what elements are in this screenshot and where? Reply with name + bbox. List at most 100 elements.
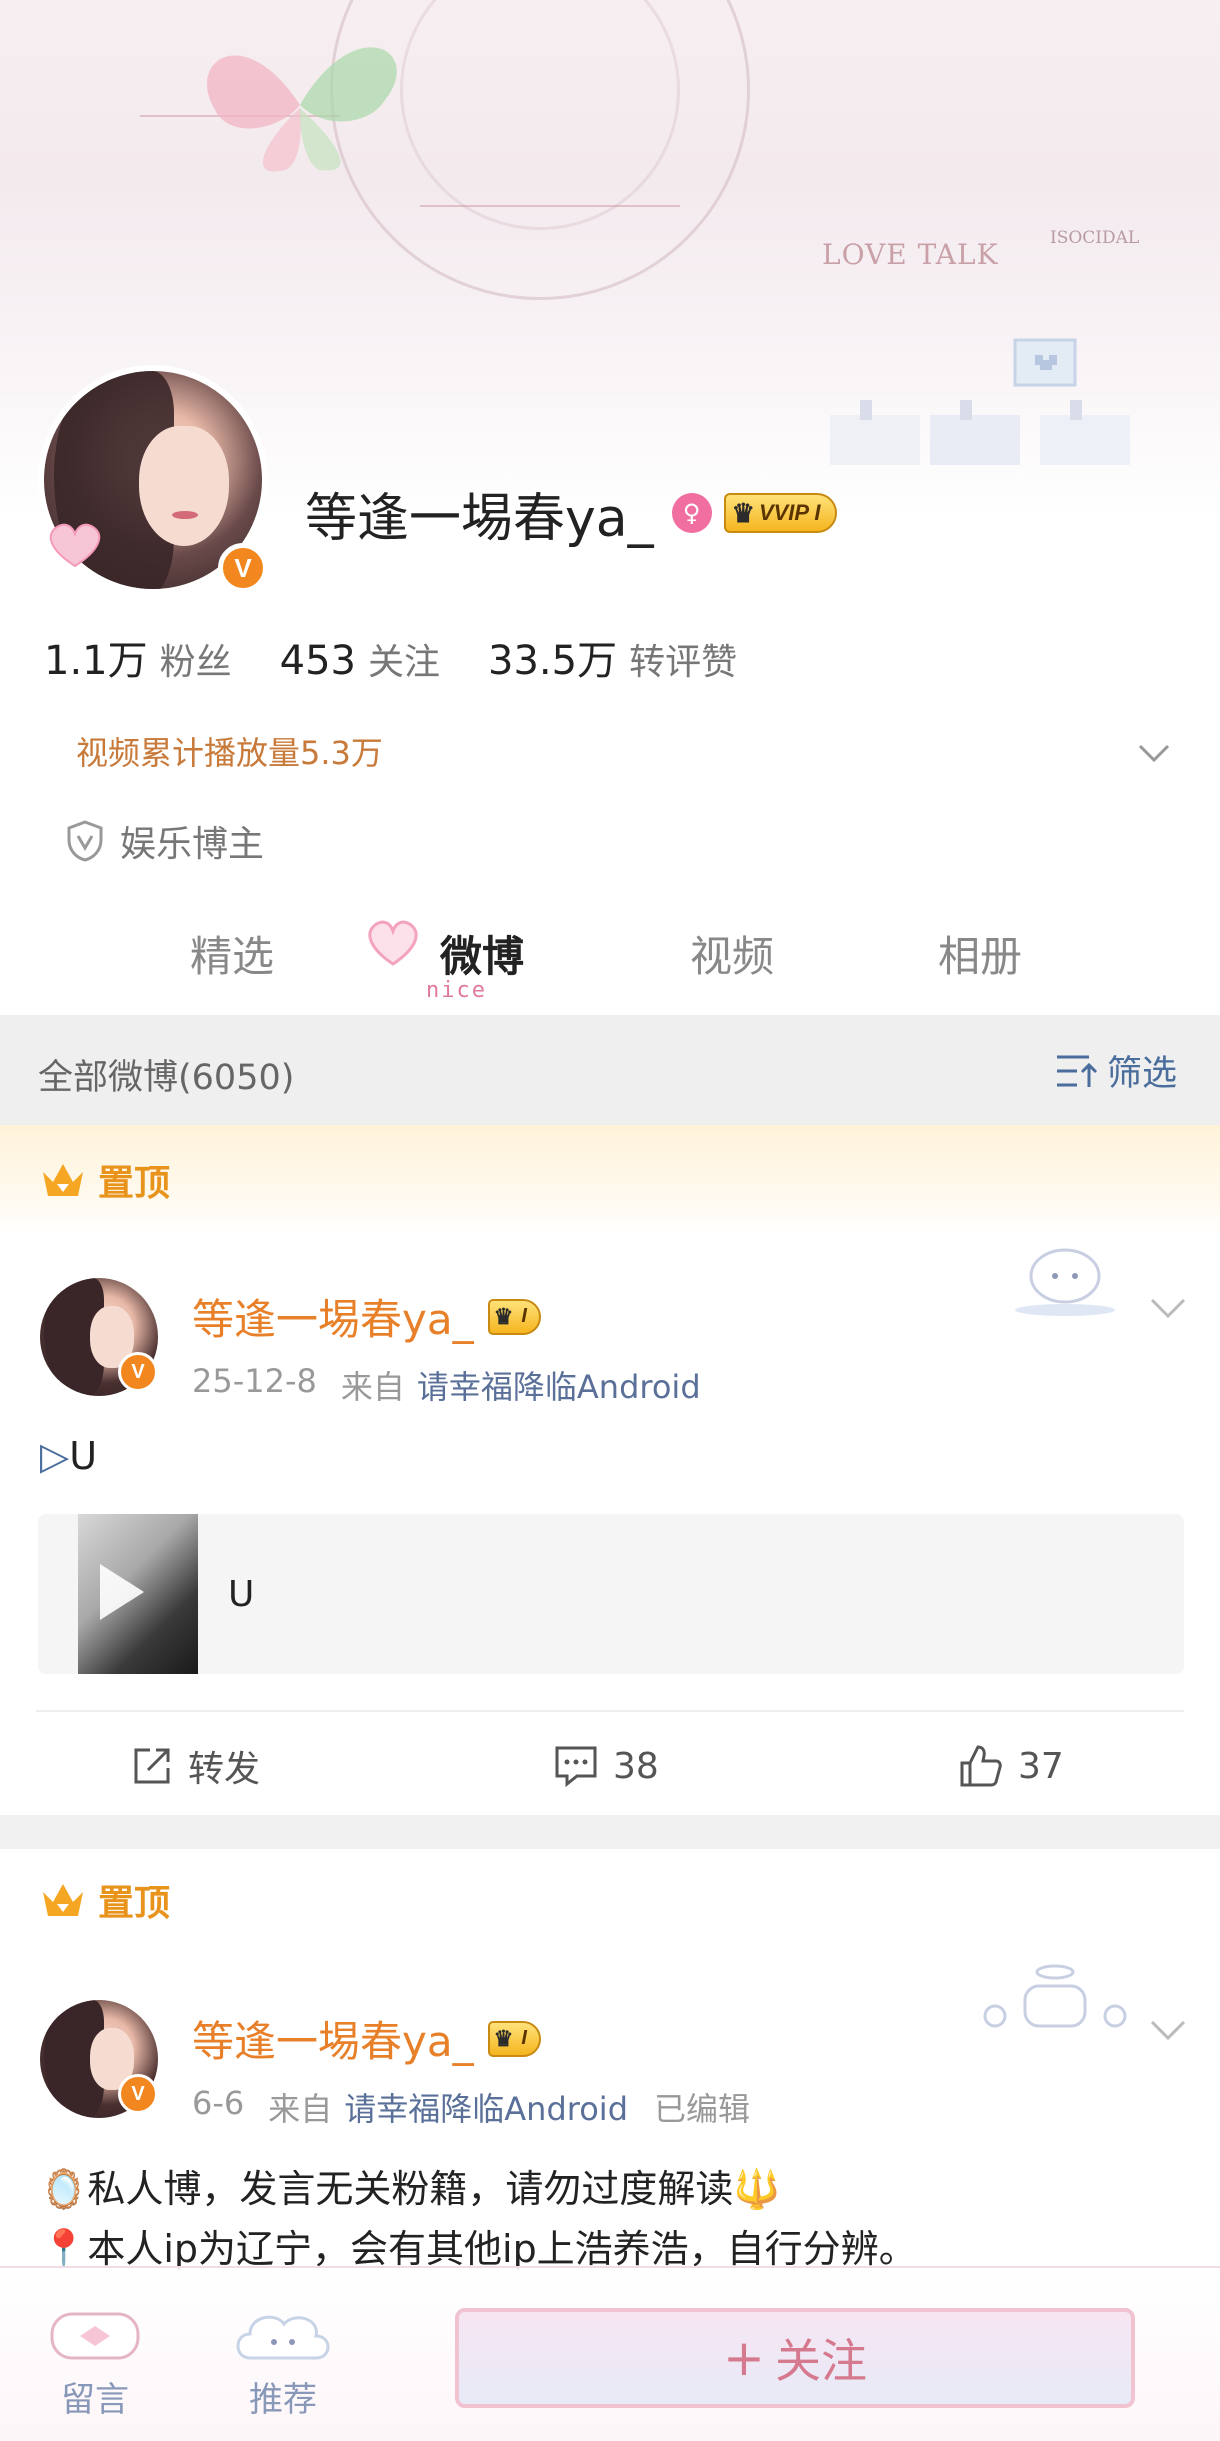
stat-number: 1.1万 — [44, 638, 148, 684]
post-author-row: 等逢一埸春ya_ ♛ I — [192, 2008, 541, 2069]
media-thumbnail[interactable] — [78, 1514, 198, 1674]
heart-icon — [368, 920, 418, 966]
stat-following[interactable]: 453 关注 — [280, 633, 440, 685]
cloud-message-icon — [50, 2312, 140, 2360]
stat-interactions[interactable]: 33.5万 转评赞 — [488, 628, 737, 686]
media-title: U — [228, 1573, 255, 1615]
all-posts-label: 全部微博(6050) — [38, 1058, 295, 1098]
post-source[interactable]: 请幸福降临Android — [344, 2084, 628, 2130]
divider — [36, 1710, 1184, 1712]
like-count: 37 — [1018, 1745, 1064, 1787]
crown-icon: ♛ — [493, 1303, 514, 1329]
message-button[interactable]: 留言 — [40, 2304, 150, 2421]
post-text-content: 私人博，发言无关粉籍，请勿过度解读 — [87, 2167, 734, 2211]
media-card[interactable]: U — [38, 1514, 1184, 1674]
post-separator — [0, 1815, 1220, 1849]
banner-love-talk: LOVE TALK — [822, 238, 999, 271]
chevron-down-icon[interactable] — [1148, 1294, 1188, 1324]
cloud-face-icon — [236, 2315, 330, 2360]
post-meta: 6-6 来自 请幸福降临Android 已编辑 — [192, 2084, 750, 2130]
pixel-hearts-decoration — [830, 338, 1130, 465]
pinned-label: 置顶 — [98, 1163, 171, 1204]
stat-label: 关注 — [368, 642, 441, 683]
post-text-line: 📍本人ip为辽宁，会有其他ip上浩养浩，自行分辨。 — [40, 2218, 917, 2273]
play-outline-icon: ▷ — [40, 1434, 70, 1478]
stat-label: 粉丝 — [159, 642, 232, 683]
banner-isocidal: ISOCIDAL — [1050, 228, 1140, 248]
message-label: 留言 — [61, 2380, 129, 2420]
play-icon — [100, 1564, 144, 1620]
filter-label: 筛选 — [1107, 1054, 1178, 1094]
filter-icon — [1057, 1055, 1098, 1087]
stat-label: 转评赞 — [629, 642, 738, 683]
vip-badge[interactable]: ♛ I — [487, 1298, 541, 1335]
tab-decoration-text: nice — [426, 978, 487, 1003]
creator-tag[interactable]: 娱乐博主 — [66, 815, 264, 867]
recommend-label: 推荐 — [249, 2380, 317, 2420]
chevron-down-icon[interactable] — [1148, 2016, 1188, 2046]
cat-sticker-icon — [983, 1964, 1127, 2028]
post-text-line: 🪞私人博，发言无关粉籍，请勿过度解读🔱 — [40, 2158, 781, 2213]
tab-video[interactable]: 视频 — [690, 923, 774, 984]
follow-label: 关注 — [774, 2334, 867, 2388]
female-icon: ♀ — [671, 493, 712, 533]
plus-icon: + — [723, 2329, 765, 2387]
stat-fans[interactable]: 1.1万 粉丝 — [44, 628, 232, 686]
repost-label: 转发 — [188, 1749, 261, 1790]
post-from-label: 来自 — [268, 2090, 333, 2128]
bunny-sticker-icon — [1015, 1248, 1115, 1316]
video-play-count: 视频累计播放量5.3万 — [76, 734, 383, 772]
verified-badge-icon: V — [218, 543, 268, 593]
shield-v-icon — [67, 820, 103, 862]
tab-weibo[interactable]: 微博 — [440, 923, 524, 984]
post-from-label: 来自 — [340, 1368, 405, 1406]
follow-button[interactable]: + 关注 — [455, 2308, 1135, 2408]
post-text: ▷U — [40, 1434, 97, 1478]
filter-button[interactable]: 筛选 — [1055, 1045, 1177, 1096]
profile-tabs: 精选 微博 视频 相册 — [0, 905, 1220, 1015]
stat-number: 33.5万 — [488, 638, 618, 684]
pinned-label: 置顶 — [98, 1883, 171, 1924]
verified-badge-icon: V — [118, 2074, 158, 2114]
vip-label: I — [521, 1305, 527, 1327]
crown-icon: ♛ — [493, 2025, 514, 2051]
post-author-name[interactable]: 等逢一埸春ya_ — [192, 2008, 474, 2069]
profile-name-row: 等逢一埸春ya_ ♀ ♛ VVIP I — [305, 478, 837, 549]
post-date: 25-12-8 — [192, 1362, 317, 1400]
post-author-name[interactable]: 等逢一埸春ya_ — [192, 1286, 474, 1347]
tab-featured[interactable]: 精选 — [190, 923, 274, 984]
butterfly-decoration — [206, 47, 397, 172]
pinned-header: 置顶 — [0, 1125, 1220, 1235]
post-actions: 转发 38 37 — [0, 1716, 1220, 1816]
crown-icon — [43, 1884, 83, 1916]
comment-icon — [555, 1746, 597, 1788]
profile-stats: 1.1万 粉丝 453 关注 33.5万 转评赞 — [44, 628, 785, 686]
comment-count: 38 — [613, 1745, 659, 1787]
tab-album[interactable]: 相册 — [938, 923, 1022, 984]
thumbs-up-icon — [960, 1745, 1002, 1787]
filter-bar: 全部微博(6050) 筛选 — [0, 1015, 1220, 1125]
trident-icon: 🔱 — [733, 2167, 781, 2211]
verified-badge-icon: V — [118, 1352, 158, 1392]
pin-icon: 📍 — [40, 2227, 88, 2271]
crown-icon — [43, 1164, 83, 1196]
chevron-down-icon[interactable] — [1136, 734, 1172, 770]
post-text-content: U — [69, 1434, 98, 1478]
share-icon — [134, 1748, 170, 1784]
vip-label: I — [521, 2027, 527, 2049]
vvip-label: VVIP I — [758, 500, 821, 525]
comment-button[interactable]: 38 — [553, 1716, 659, 1816]
vvip-badge[interactable]: ♛ VVIP I — [723, 493, 837, 533]
tag-label: 娱乐博主 — [120, 824, 265, 865]
vip-badge[interactable]: ♛ I — [487, 2020, 541, 2057]
post-meta: 25-12-8 来自 请幸福降临Android — [192, 1362, 701, 1408]
recommend-button[interactable]: 推荐 — [228, 2304, 338, 2421]
post-source[interactable]: 请幸福降临Android — [417, 1362, 701, 1408]
repost-button[interactable]: 转发 — [130, 1716, 260, 1816]
profile-name: 等逢一埸春ya_ — [305, 488, 654, 549]
like-button[interactable]: 37 — [958, 1716, 1064, 1816]
post-text-content: 本人ip为辽宁，会有其他ip上浩养浩，自行分辨。 — [87, 2227, 917, 2271]
stat-number: 453 — [279, 638, 356, 684]
post-author-row: 等逢一埸春ya_ ♛ I — [192, 1286, 541, 1347]
post-date: 6-6 — [192, 2084, 245, 2122]
